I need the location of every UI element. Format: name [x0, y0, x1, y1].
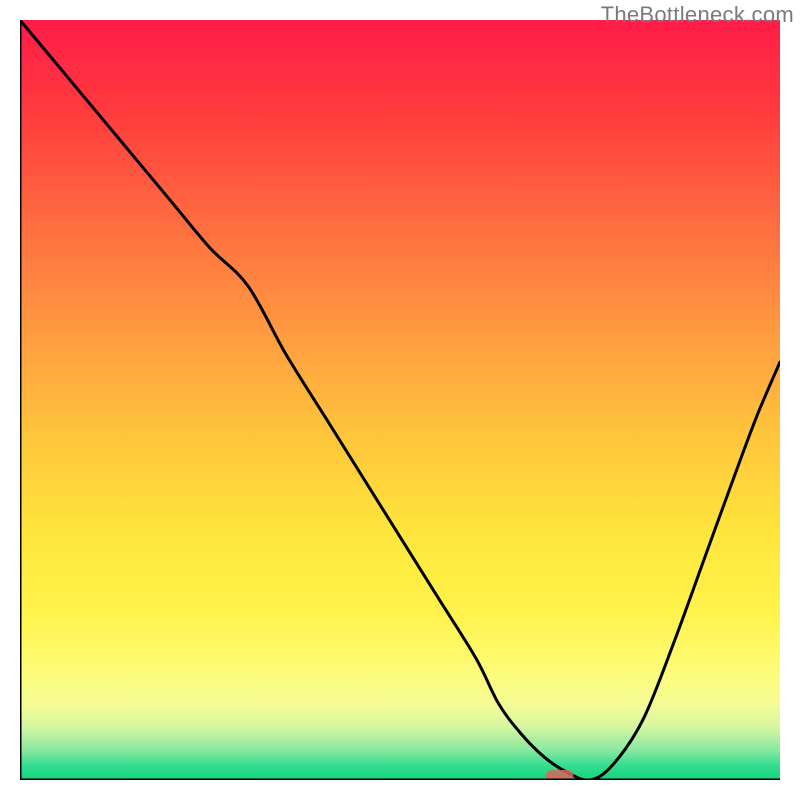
watermark-text: TheBottleneck.com: [601, 2, 794, 28]
bottleneck-chart: [20, 20, 780, 780]
